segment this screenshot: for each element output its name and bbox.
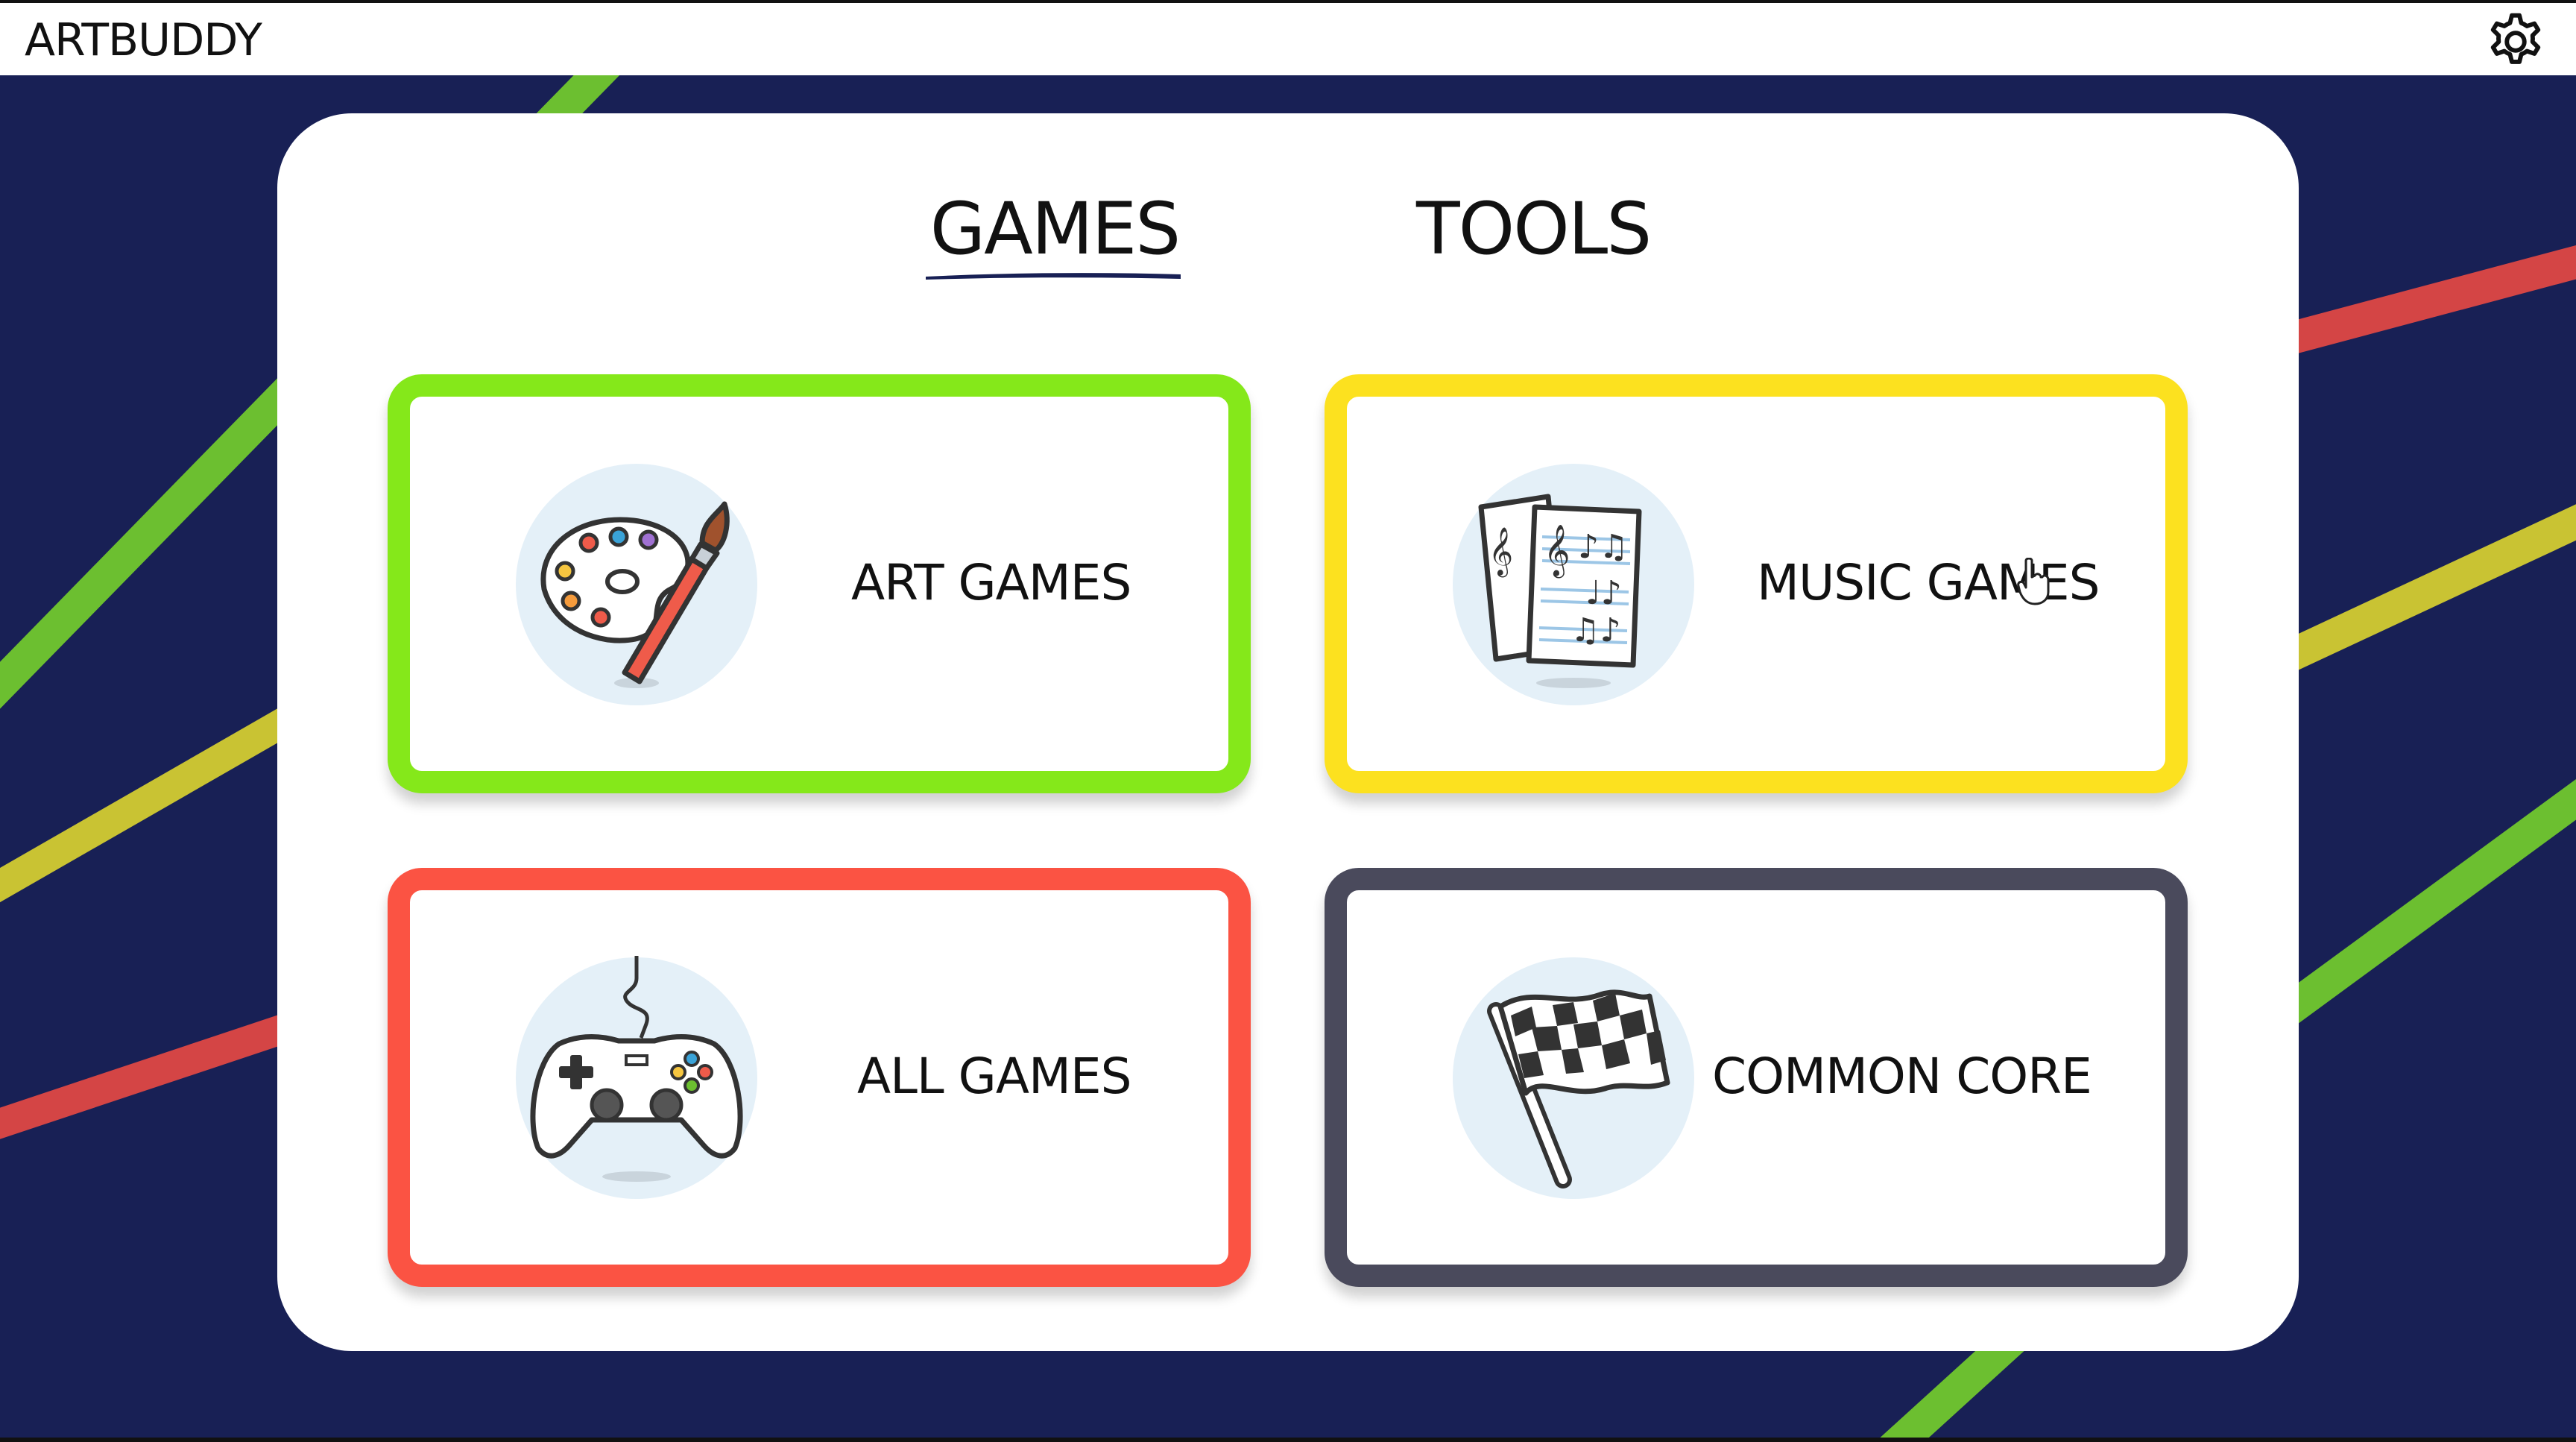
hand-cursor-icon	[2017, 558, 2050, 605]
sheet-music-icon: 𝄞 𝄞 ♪♫ ♩♪ ♫♪	[1453, 464, 1694, 705]
tab-games[interactable]: GAMES	[924, 188, 1185, 270]
music-games-card[interactable]: 𝄞 𝄞 ♪♫ ♩♪ ♫♪ MUSIC GAMES	[1325, 374, 2188, 793]
art-games-label: ART GAMES	[851, 554, 1131, 611]
music-games-label: MUSIC GAMES	[1757, 554, 2100, 611]
svg-text:𝄞: 𝄞	[1489, 527, 1513, 577]
svg-text:♩♪: ♩♪	[1585, 574, 1622, 612]
common-core-card[interactable]: COMMON CORE	[1325, 868, 2188, 1287]
gear-icon[interactable]	[2482, 10, 2549, 73]
game-controller-icon	[516, 956, 757, 1199]
all-games-label: ALL GAMES	[857, 1048, 1132, 1105]
checkered-flag-icon	[1453, 957, 1694, 1199]
bottom-border	[0, 1438, 2576, 1442]
paint-palette-icon	[516, 464, 757, 705]
all-games-card[interactable]: ALL GAMES	[388, 868, 1251, 1287]
art-games-card[interactable]: ART GAMES	[388, 374, 1251, 793]
common-core-label: COMMON CORE	[1712, 1048, 2092, 1105]
top-bar: ARTBUDDY	[0, 0, 2576, 75]
tab-tools[interactable]: TOOLS	[1416, 188, 1652, 270]
main-panel: GAMES TOOLS ART GAMES 𝄞 𝄞 ♪♫ ♩♪ ♫♪ MUSIC…	[277, 113, 2299, 1351]
svg-text:𝄞: 𝄞	[1544, 524, 1570, 578]
app-title: ARTBUDDY	[25, 14, 262, 66]
svg-text:♫♪: ♫♪	[1570, 611, 1621, 649]
tab-games-underline	[926, 273, 1181, 280]
svg-text:♪♫: ♪♫	[1578, 528, 1629, 566]
